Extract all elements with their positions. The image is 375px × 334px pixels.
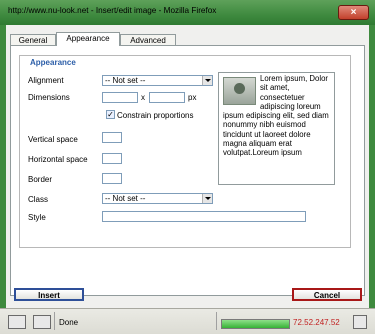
class-select[interactable]: -- Not set -- [102,193,213,204]
window-frame-right [369,25,375,308]
status-bar: Done 72.52.247.52 [0,308,375,334]
class-select-value: -- Not set -- [105,194,146,203]
connection-icon [8,315,26,329]
status-text: Done [59,318,79,327]
constrain-proportions-checkbox[interactable]: ✓ [106,110,115,119]
chevron-down-icon [202,76,212,85]
alignment-select[interactable]: -- Not set -- [102,75,213,86]
border-input[interactable] [102,173,122,184]
progress-bar [221,319,290,329]
width-input[interactable] [102,92,138,103]
class-label: Class [28,195,49,204]
style-label: Style [28,213,46,222]
status-separator [54,312,55,330]
window-title: http://www.nu-look.net - Insert/edit ima… [8,6,217,15]
dimensions-unit: px [188,93,197,102]
alignment-label: Alignment [28,76,64,85]
appearance-legend: Appearance [28,58,78,67]
vertical-space-label: Vertical space [28,135,78,144]
horizontal-space-input[interactable] [102,153,122,164]
height-input[interactable] [149,92,185,103]
constrain-proportions-label: Constrain proportions [117,111,194,120]
image-preview: Lorem ipsum, Dolor sit amet, consectetue… [218,72,335,185]
security-icon [353,315,367,329]
cancel-button[interactable]: Cancel [292,288,362,301]
tab-appearance[interactable]: Appearance [56,32,120,46]
border-label: Border [28,175,53,184]
appearance-panel: Appearance Alignment -- Not set -- Dimen… [10,45,365,296]
ip-address: 72.52.247.52 [293,318,340,327]
insert-button[interactable]: Insert [14,288,84,301]
alignment-select-value: -- Not set -- [105,76,146,85]
dimensions-separator: x [141,93,145,102]
style-input[interactable] [102,211,306,222]
title-bar: http://www.nu-look.net - Insert/edit ima… [0,0,375,25]
appearance-fieldset: Appearance Alignment -- Not set -- Dimen… [19,55,351,248]
dimensions-label: Dimensions [28,93,70,102]
edit-icon[interactable] [33,315,51,329]
window-close-button[interactable]: × [338,5,369,20]
chevron-down-icon [202,194,212,203]
horizontal-space-label: Horizontal space [28,155,88,164]
status-separator [216,312,217,330]
image-placeholder-icon [223,77,256,105]
vertical-space-input[interactable] [102,132,122,143]
insert-edit-image-dialog: General Appearance Advanced Appearance A… [6,25,369,308]
